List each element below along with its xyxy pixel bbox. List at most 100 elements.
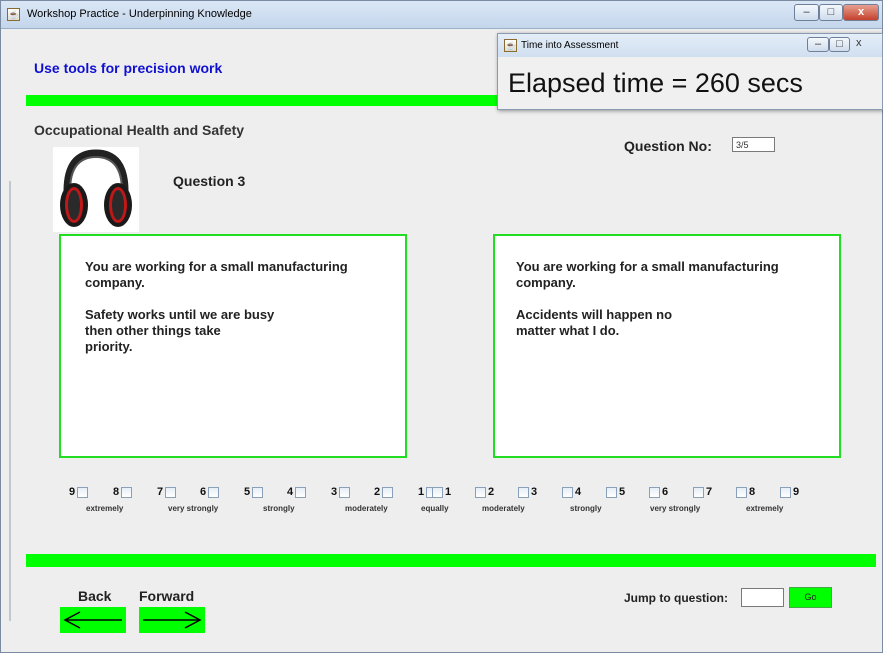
- forward-button[interactable]: [139, 607, 205, 633]
- scale-num: 4: [575, 486, 582, 498]
- scale-right-4[interactable]: 4: [562, 484, 581, 500]
- scale-num: 7: [157, 486, 164, 498]
- page-heading: Use tools for precision work: [34, 60, 223, 76]
- timer-close-button[interactable]: x: [856, 37, 862, 49]
- timer-window-title: Time into Assessment: [521, 40, 619, 51]
- scale-label-extremely-right: extremely: [746, 504, 784, 513]
- scale-checkbox[interactable]: [339, 486, 351, 498]
- title-bar[interactable]: ☕ Workshop Practice - Underpinning Knowl…: [1, 1, 882, 29]
- right-spacer: [516, 291, 779, 307]
- scale-checkbox[interactable]: [606, 486, 617, 498]
- scale-right-3[interactable]: 3: [518, 484, 537, 500]
- scale-checkbox[interactable]: [649, 486, 660, 498]
- scale-checkbox[interactable]: [693, 486, 704, 498]
- scale-num: 9: [69, 486, 76, 498]
- scale-right-5[interactable]: 5: [606, 484, 625, 500]
- scale-num: 7: [706, 486, 713, 498]
- timer-title-bar[interactable]: ☕ Time into Assessment – □ x: [498, 34, 882, 57]
- right-line-2: company.: [516, 275, 576, 290]
- scale-num: 3: [331, 486, 338, 498]
- scale-num: 8: [749, 486, 756, 498]
- left-option-text: You are working for a small manufacturin…: [85, 259, 348, 355]
- scale-left-8[interactable]: 8: [113, 484, 133, 500]
- scale-right-6[interactable]: 6: [649, 484, 668, 500]
- scale-checkbox[interactable]: [252, 486, 264, 498]
- elapsed-time-readout: Elapsed time = 260 secs: [508, 68, 803, 98]
- timer-window: ☕ Time into Assessment – □ x Elapsed tim…: [497, 33, 883, 110]
- scale-label-strongly-left: strongly: [263, 504, 295, 513]
- arrow-left-icon: [63, 611, 122, 629]
- scale-label-moderately-right: moderately: [482, 504, 525, 513]
- scale-checkbox[interactable]: [562, 486, 573, 498]
- java-icon: ☕: [7, 8, 20, 21]
- earmuffs-image: [53, 147, 139, 232]
- left-line-6: priority.: [85, 339, 133, 354]
- scale-left-3[interactable]: 3: [331, 484, 351, 500]
- question-number-label: Question No:: [624, 138, 712, 154]
- java-icon: ☕: [504, 39, 517, 52]
- window-title: Workshop Practice - Underpinning Knowled…: [27, 8, 252, 20]
- question-number-field[interactable]: 3/5: [732, 137, 775, 152]
- scale-num: 2: [488, 486, 495, 498]
- scale-num: 9: [793, 486, 800, 498]
- scale-right-2[interactable]: 2: [475, 484, 494, 500]
- window-left-edge: [9, 181, 11, 621]
- forward-label: Forward: [139, 588, 195, 604]
- scale-num: 3: [531, 486, 538, 498]
- scale-left-6[interactable]: 6: [200, 484, 220, 500]
- minimize-button[interactable]: –: [794, 4, 819, 21]
- scale-label-very-strongly-left: very strongly: [168, 504, 219, 513]
- scale-num: 1: [445, 486, 452, 498]
- scale-checkbox[interactable]: [77, 486, 89, 498]
- bottom-divider-bar: [26, 554, 876, 567]
- back-button[interactable]: [60, 607, 126, 633]
- scale-label-very-strongly-right: very strongly: [650, 504, 701, 513]
- scale-left-7[interactable]: 7: [157, 484, 177, 500]
- right-option-text: You are working for a small manufacturin…: [516, 259, 779, 339]
- scale-right-7[interactable]: 7: [693, 484, 712, 500]
- jump-to-question-input[interactable]: [741, 588, 784, 607]
- left-line-4: Safety works until we are busy: [85, 307, 275, 322]
- left-option-panel[interactable]: You are working for a small manufacturin…: [59, 234, 407, 458]
- timer-minimize-button[interactable]: –: [807, 37, 829, 52]
- scale-right-8[interactable]: 8: [736, 484, 755, 500]
- scale-num: 6: [200, 486, 207, 498]
- scale-checkbox[interactable]: [736, 486, 747, 498]
- scale-checkbox[interactable]: [295, 486, 307, 498]
- scale-checkbox[interactable]: [518, 486, 529, 498]
- left-spacer: [85, 291, 348, 307]
- go-button[interactable]: Go: [789, 587, 832, 608]
- scale-left-9[interactable]: 9: [69, 484, 89, 500]
- left-line-2: company.: [85, 275, 145, 290]
- scale-checkbox[interactable]: [475, 486, 486, 498]
- scale-checkbox[interactable]: [432, 486, 443, 498]
- scale-num: 8: [113, 486, 120, 498]
- scale-label-moderately-left: moderately: [345, 504, 388, 513]
- close-button[interactable]: x: [843, 4, 879, 21]
- scale-checkbox[interactable]: [382, 486, 394, 498]
- maximize-button[interactable]: □: [819, 4, 843, 21]
- scale-num: 2: [374, 486, 381, 498]
- question-title: Question 3: [173, 173, 246, 189]
- scale-num: 5: [619, 486, 626, 498]
- scale-checkbox[interactable]: [121, 486, 133, 498]
- timer-maximize-button[interactable]: □: [829, 37, 850, 52]
- scale-left-5[interactable]: 5: [244, 484, 264, 500]
- scale-checkbox[interactable]: [165, 486, 177, 498]
- scale-right-1[interactable]: 1: [432, 484, 451, 500]
- right-option-panel[interactable]: You are working for a small manufacturin…: [493, 234, 841, 458]
- scale-checkbox[interactable]: [208, 486, 220, 498]
- back-label: Back: [78, 588, 112, 604]
- section-title: Occupational Health and Safety: [34, 122, 245, 138]
- scale-num: 1: [418, 486, 425, 498]
- scale-num: 6: [662, 486, 669, 498]
- scale-checkbox[interactable]: [780, 486, 791, 498]
- right-line-1: You are working for a small manufacturin…: [516, 259, 779, 274]
- scale-right-9[interactable]: 9: [780, 484, 799, 500]
- right-line-4: Accidents will happen no: [516, 307, 673, 322]
- arrow-right-icon: [143, 611, 202, 629]
- right-line-5: matter what I do.: [516, 323, 620, 338]
- scale-left-2[interactable]: 2: [374, 484, 394, 500]
- scale-label-strongly-right: strongly: [570, 504, 602, 513]
- scale-left-4[interactable]: 4: [287, 484, 307, 500]
